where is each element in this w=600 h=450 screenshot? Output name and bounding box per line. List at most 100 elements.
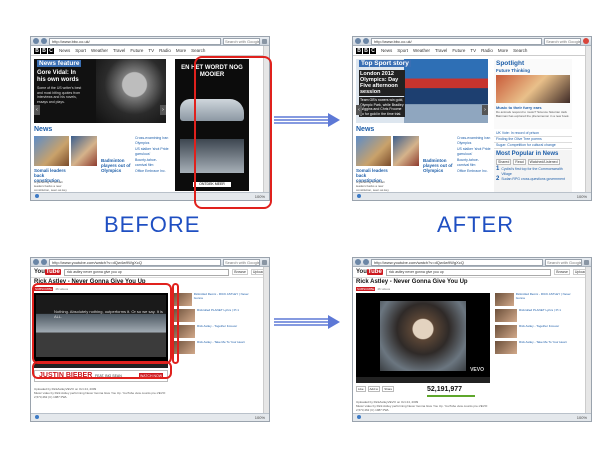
share-button[interactable]: Share xyxy=(382,386,395,392)
address-bar[interactable]: http://www.bbc.co.uk/ xyxy=(371,37,542,45)
related-video-item[interactable]: Rickrolled Remix - RICK ASTLEY | Never G… xyxy=(173,292,249,306)
nav-more[interactable]: More xyxy=(498,48,508,53)
home-icon[interactable] xyxy=(262,259,267,265)
youtube-search-input[interactable]: rick astley never gonna give you up xyxy=(385,268,552,276)
carousel-next-icon[interactable]: › xyxy=(160,105,166,115)
spotlight-photo[interactable] xyxy=(496,75,570,103)
most-popular-item[interactable]: 1 Cyclist's first top for the Commonwealt… xyxy=(496,166,570,176)
youtube-header: YouTube rick astley never gonna give you… xyxy=(353,267,591,278)
related-video-item[interactable]: Rick Astley - Together Forever xyxy=(173,324,249,338)
nav-tv[interactable]: TV xyxy=(148,48,154,53)
news-link[interactable]: Office Embrace Inc. xyxy=(135,169,169,174)
forward-button[interactable] xyxy=(363,259,369,265)
like-button[interactable]: Like xyxy=(356,386,366,392)
sport-headline[interactable]: London 2012 Olympics: Day Five afternoon… xyxy=(359,70,405,96)
nav-radio[interactable]: Radio xyxy=(481,48,493,53)
feature-photo[interactable] xyxy=(96,59,166,123)
search-box[interactable]: Search with Google xyxy=(544,37,581,45)
forward-button[interactable] xyxy=(41,259,47,265)
carousel-next-icon[interactable]: › xyxy=(482,105,488,115)
back-button[interactable] xyxy=(355,38,361,44)
nav-future[interactable]: Future xyxy=(452,48,465,53)
news-link[interactable]: Cross-examining Iran Olympics xyxy=(457,136,491,145)
address-bar[interactable]: http://www.bbc.co.uk/ xyxy=(49,37,221,45)
scrollbar[interactable] xyxy=(585,267,591,414)
feature-headline[interactable]: Gore Vidal: In his own words xyxy=(37,70,85,84)
browse-button[interactable]: Browse xyxy=(232,269,248,275)
scrollbar[interactable] xyxy=(263,267,269,414)
forward-button[interactable] xyxy=(41,38,47,44)
nav-tv[interactable]: TV xyxy=(470,48,476,53)
spotlight-subtitle[interactable]: Future Thinking xyxy=(496,68,570,73)
carousel-prev-icon[interactable]: ‹ xyxy=(34,105,40,115)
nav-sport[interactable]: Sport xyxy=(75,48,86,53)
nav-search[interactable]: Search xyxy=(513,48,527,53)
nav-weather[interactable]: Weather xyxy=(91,48,108,53)
video-player[interactable]: VEVO xyxy=(356,293,490,383)
news-photo-2[interactable] xyxy=(71,136,97,166)
most-popular-item[interactable]: 2 Sudan RPG cross-questions government xyxy=(496,176,570,181)
bbc-logo[interactable]: BBC xyxy=(34,47,54,54)
zoom-level[interactable]: 100% xyxy=(255,415,265,420)
related-video-item[interactable]: Rick Astley - Take Me To Your Heart xyxy=(173,340,249,354)
subscribe-button[interactable]: SUBSCRIBE xyxy=(356,287,376,291)
forward-button[interactable] xyxy=(363,38,369,44)
browse-button[interactable]: Browse xyxy=(554,269,570,275)
nav-sport[interactable]: Sport xyxy=(397,48,408,53)
related-video-item[interactable]: Rickrolled PLANET Lyrics | Pt 1 xyxy=(173,308,249,322)
tab-watched[interactable]: Watched/Listened xyxy=(527,159,560,165)
add-to-button[interactable]: Add to xyxy=(367,386,381,392)
related-video-item[interactable]: Rickrolled Remix - RICK ASTLEY | Never G… xyxy=(495,292,571,306)
nav-weather[interactable]: Weather xyxy=(413,48,430,53)
scrollbar[interactable] xyxy=(585,46,591,193)
zoom-level[interactable]: 100% xyxy=(577,415,587,420)
bbc-logo[interactable]: BBC xyxy=(356,47,376,54)
carousel-prev-icon[interactable]: ‹ xyxy=(356,105,362,115)
search-box[interactable]: Search with Google xyxy=(545,258,582,266)
nav-more[interactable]: More xyxy=(176,48,186,53)
news-headline-2[interactable]: Badminton players out of Olympics xyxy=(423,158,453,173)
close-icon[interactable] xyxy=(583,38,589,44)
home-icon[interactable] xyxy=(262,38,267,44)
news-photo[interactable] xyxy=(34,136,69,166)
news-photo-2[interactable] xyxy=(393,136,419,166)
news-headline-2[interactable]: Badminton players out of Olympics xyxy=(101,158,131,173)
nav-travel[interactable]: Travel xyxy=(435,48,447,53)
sport-photo[interactable] xyxy=(404,59,488,123)
address-bar[interactable]: http://www.youtube.com/watch?v=dQw4w9WgX… xyxy=(49,258,221,266)
related-video-item[interactable]: Rick Astley - Take Me To Your Heart xyxy=(495,340,571,354)
news-link[interactable]: Bounty-tahoe-carnival film xyxy=(135,158,169,167)
nav-search[interactable]: Search xyxy=(191,48,205,53)
search-box[interactable]: Search with Google xyxy=(223,258,260,266)
nav-news[interactable]: News xyxy=(59,48,70,53)
nav-radio[interactable]: Radio xyxy=(159,48,171,53)
youtube-search-input[interactable]: rick astley never gonna give you up xyxy=(63,268,230,276)
related-video-item[interactable]: Rickrolled PLANET Lyrics | Pt 1 xyxy=(495,308,571,322)
news-link[interactable]: Cross-examining Iran Olympics xyxy=(135,136,169,145)
related-video-item[interactable]: Rick Astley - Together Forever xyxy=(495,324,571,338)
news-feature-carousel[interactable]: News feature Gore Vidal: In his own word… xyxy=(34,59,166,123)
player-controls[interactable] xyxy=(356,377,490,383)
tab-read[interactable]: Read xyxy=(513,159,526,165)
zoom-level[interactable]: 100% xyxy=(577,194,587,199)
youtube-header: YouTube rick astley never gonna give you… xyxy=(31,267,269,278)
youtube-logo[interactable]: YouTube xyxy=(34,269,61,275)
news-link[interactable]: US stalker 'shot Pride garrulous' xyxy=(457,147,491,156)
news-link[interactable]: US stalker 'shot Pride garrulous' xyxy=(135,147,169,156)
back-button[interactable] xyxy=(33,38,39,44)
youtube-logo[interactable]: YouTube xyxy=(356,269,383,275)
search-box[interactable]: Search with Google xyxy=(223,37,260,45)
spotlight-link[interactable]: Sugar: Competition for cultural change xyxy=(494,143,572,149)
news-link[interactable]: Office Embrace Inc. xyxy=(457,169,491,174)
back-button[interactable] xyxy=(33,259,39,265)
nav-travel[interactable]: Travel xyxy=(113,48,125,53)
tab-shared[interactable]: Shared xyxy=(496,159,512,165)
home-icon[interactable] xyxy=(584,259,589,265)
nav-news[interactable]: News xyxy=(381,48,392,53)
news-photo[interactable] xyxy=(356,136,391,166)
back-button[interactable] xyxy=(355,259,361,265)
address-bar[interactable]: http://www.youtube.com/watch?v=dQw4w9WgX… xyxy=(371,258,543,266)
nav-future[interactable]: Future xyxy=(130,48,143,53)
news-link[interactable]: Bounty-tahoe-carnival film xyxy=(457,158,491,167)
top-sport-carousel[interactable]: Top Sport story London 2012 Olympics: Da… xyxy=(356,59,488,123)
